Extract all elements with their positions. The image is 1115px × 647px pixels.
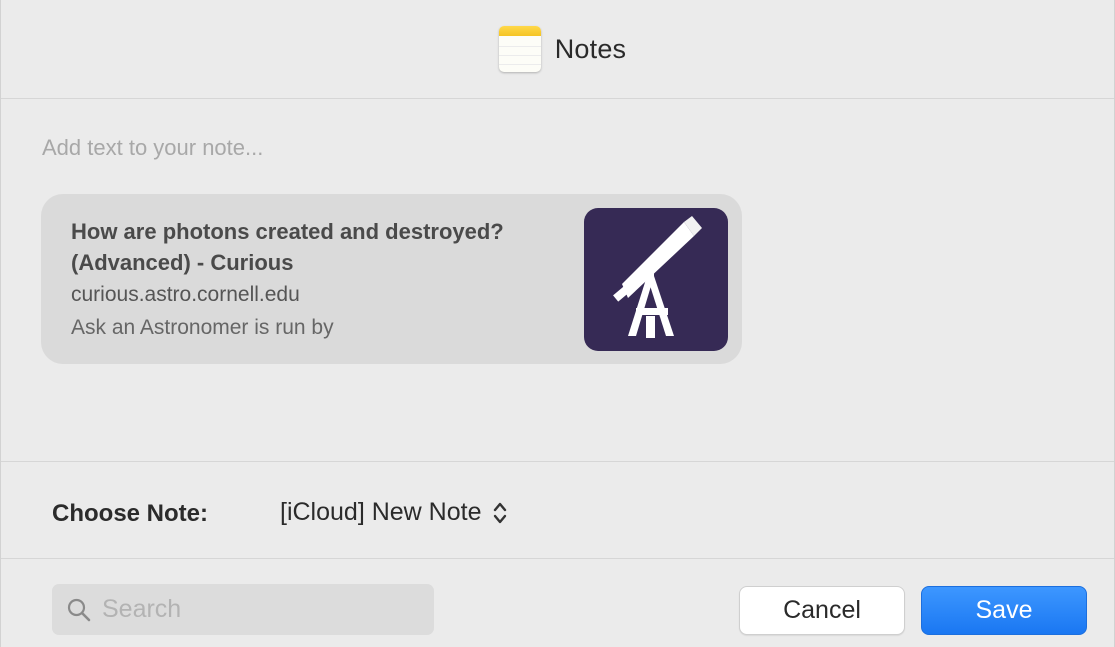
choose-note-label: Choose Note: xyxy=(52,500,208,527)
window-title: Notes xyxy=(554,33,627,64)
search-input[interactable] xyxy=(100,594,424,625)
search-icon xyxy=(67,598,91,621)
notes-app-icon xyxy=(498,26,541,72)
link-thumbnail xyxy=(584,208,728,351)
cancel-button[interactable]: Cancel xyxy=(739,586,905,635)
share-sheet: Notes Add text to your note... How are p… xyxy=(0,0,1115,647)
title-group: Notes xyxy=(498,26,627,72)
bottom-bar: Cancel Save xyxy=(1,559,1114,647)
choose-note-value[interactable]: [iCloud] New Note xyxy=(280,498,481,527)
note-area[interactable]: Add text to your note... How are photons… xyxy=(1,99,1114,461)
telescope-icon xyxy=(613,216,702,338)
note-text-placeholder[interactable]: Add text to your note... xyxy=(42,135,263,161)
link-excerpt: Ask an Astronomer is run by xyxy=(71,316,334,339)
up-down-chevron-icon[interactable] xyxy=(491,499,509,527)
link-title: How are photons created and destroyed? (… xyxy=(71,219,504,275)
link-preview-card[interactable]: How are photons created and destroyed? (… xyxy=(41,194,742,364)
title-bar: Notes xyxy=(1,0,1114,99)
choose-note-popup[interactable]: [iCloud] New Note xyxy=(280,498,509,527)
search-field[interactable] xyxy=(52,584,434,635)
choose-note-row: Choose Note: [iCloud] New Note xyxy=(1,461,1114,559)
save-button[interactable]: Save xyxy=(921,586,1087,635)
link-url: curious.astro.cornell.edu xyxy=(71,283,300,306)
